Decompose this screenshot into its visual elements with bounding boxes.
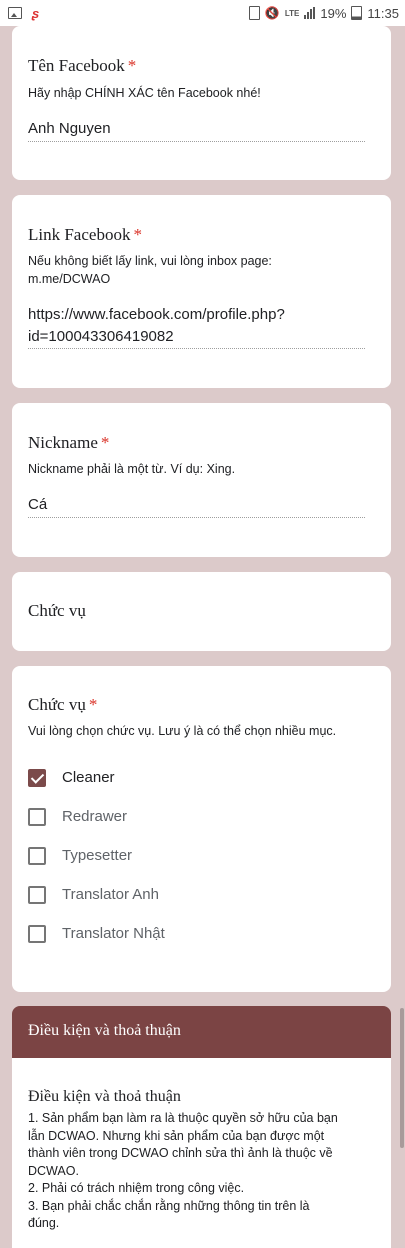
lte-icon: LTE	[284, 8, 300, 18]
signal-icon	[304, 7, 316, 19]
option-label: Typesetter	[62, 847, 133, 864]
option-label: Translator Nhật	[62, 925, 165, 942]
section-header: Điều kiện và thoả thuận	[12, 1006, 391, 1058]
lock-icon	[248, 6, 260, 20]
brand-icon: ʂ	[32, 5, 40, 21]
description-line: Nếu không biết lấy link, vui lòng inbox …	[28, 254, 272, 268]
role-checkbox-list: Cleaner Redrawer Typesetter Translator A…	[28, 758, 165, 953]
checkbox[interactable]	[28, 924, 46, 943]
role-option-typesetter[interactable]: Typesetter	[28, 836, 165, 875]
section-title-card: Chức vụ	[12, 572, 391, 651]
question-title: Tên Facebook *	[28, 56, 136, 76]
question-title-text: Nickname	[28, 433, 98, 452]
option-label: Cleaner	[62, 769, 115, 786]
checkbox[interactable]	[28, 807, 46, 826]
checkbox[interactable]	[28, 846, 46, 865]
question-title-text: Link Facebook	[28, 225, 131, 244]
question-description: Hãy nhập CHÍNH XÁC tên Facebook nhé!	[28, 86, 261, 100]
option-label: Translator Anh	[62, 886, 159, 903]
input-underline	[28, 517, 365, 518]
question-description: Nickname phải là một từ. Ví dụ: Xing.	[28, 462, 236, 476]
question-title: Nickname *	[28, 433, 109, 453]
battery-percent: 19%	[320, 5, 347, 21]
question-title-text: Tên Facebook	[28, 56, 125, 75]
terms-text: 1. Sản phẩm bạn làm ra là thuộc quyền sở…	[28, 1110, 375, 1233]
mute-icon: 🔇	[264, 6, 280, 20]
question-card-nickname: Nickname * Nickname phải là một từ. Ví dụ…	[12, 403, 391, 557]
terms-line: 2. Phải có trách nhiệm trong công việc.	[28, 1181, 245, 1195]
terms-line: lẫn DCWAO. Nhưng khi sản phẩm của bạn đư…	[28, 1128, 325, 1143]
image-icon	[8, 7, 22, 19]
required-asterisk: *	[127, 56, 137, 75]
nickname-input[interactable]: Cá	[28, 494, 365, 516]
terms-line: 1. Sản phẩm bạn làm ra là thuộc quyền sở…	[28, 1111, 338, 1125]
description-link[interactable]: m.me/DCWAO	[28, 270, 375, 288]
option-label: Redrawer	[62, 808, 128, 825]
answer-line: id=100043306419082	[28, 328, 174, 345]
question-description: Nếu không biết lấy link, vui lòng inbox …	[28, 252, 375, 288]
terms-card: Điều kiện và thoả thuận 1. Sản phẩm bạn …	[12, 1058, 391, 1248]
question-card-facebook-name: Tên Facebook * Hãy nhập CHÍNH XÁC tên Fac…	[12, 26, 391, 180]
facebook-name-input[interactable]: Anh Nguyen	[28, 118, 365, 140]
question-description: Vui lòng chọn chức vụ. Lưu ý là có thể c…	[28, 724, 337, 738]
role-option-cleaner[interactable]: Cleaner	[28, 758, 165, 797]
input-underline	[28, 141, 365, 142]
terms-line: thành viên trong DCWAO chỉnh sửa thì ảnh…	[28, 1146, 333, 1160]
input-underline	[28, 348, 365, 349]
scrollbar[interactable]	[400, 1008, 404, 1148]
question-title: Link Facebook *	[28, 225, 142, 245]
role-option-translator-nhat[interactable]: Translator Nhật	[28, 914, 165, 953]
answer-line: https://www.facebook.com/profile.php?	[28, 306, 285, 323]
role-option-redrawer[interactable]: Redrawer	[28, 797, 165, 836]
checkbox-checked[interactable]	[28, 768, 46, 787]
checkbox[interactable]	[28, 885, 46, 904]
required-asterisk: *	[88, 695, 98, 714]
question-card-facebook-link: Link Facebook * Nếu không biết lấy link, …	[12, 195, 391, 388]
question-title: Chức vụ *	[28, 695, 97, 715]
section-header-title: Điều kiện và thoả thuận	[28, 1022, 181, 1039]
role-option-translator-anh[interactable]: Translator Anh	[28, 875, 165, 914]
required-asterisk: *	[133, 225, 142, 244]
clock: 11:35	[367, 5, 399, 21]
terms-line: đúng.	[28, 1216, 60, 1230]
terms-line: 3. Bạn phải chắc chắn rằng những thông t…	[28, 1198, 310, 1213]
battery-icon	[351, 6, 363, 20]
section-title: Chức vụ	[28, 601, 86, 620]
facebook-link-input[interactable]: https://www.facebook.com/profile.php? id…	[28, 304, 365, 348]
question-card-role: Chức vụ * Vui lòng chọn chức vụ. Lưu ý là…	[12, 666, 391, 992]
required-asterisk: *	[100, 433, 110, 452]
terms-line: DCWAO.	[28, 1163, 79, 1178]
question-title-text: Chức vụ	[28, 695, 86, 714]
status-bar: ʂ 🔇 LTE 19% 11:35	[0, 0, 405, 26]
terms-title: Điều kiện và thoả thuận	[28, 1088, 181, 1105]
